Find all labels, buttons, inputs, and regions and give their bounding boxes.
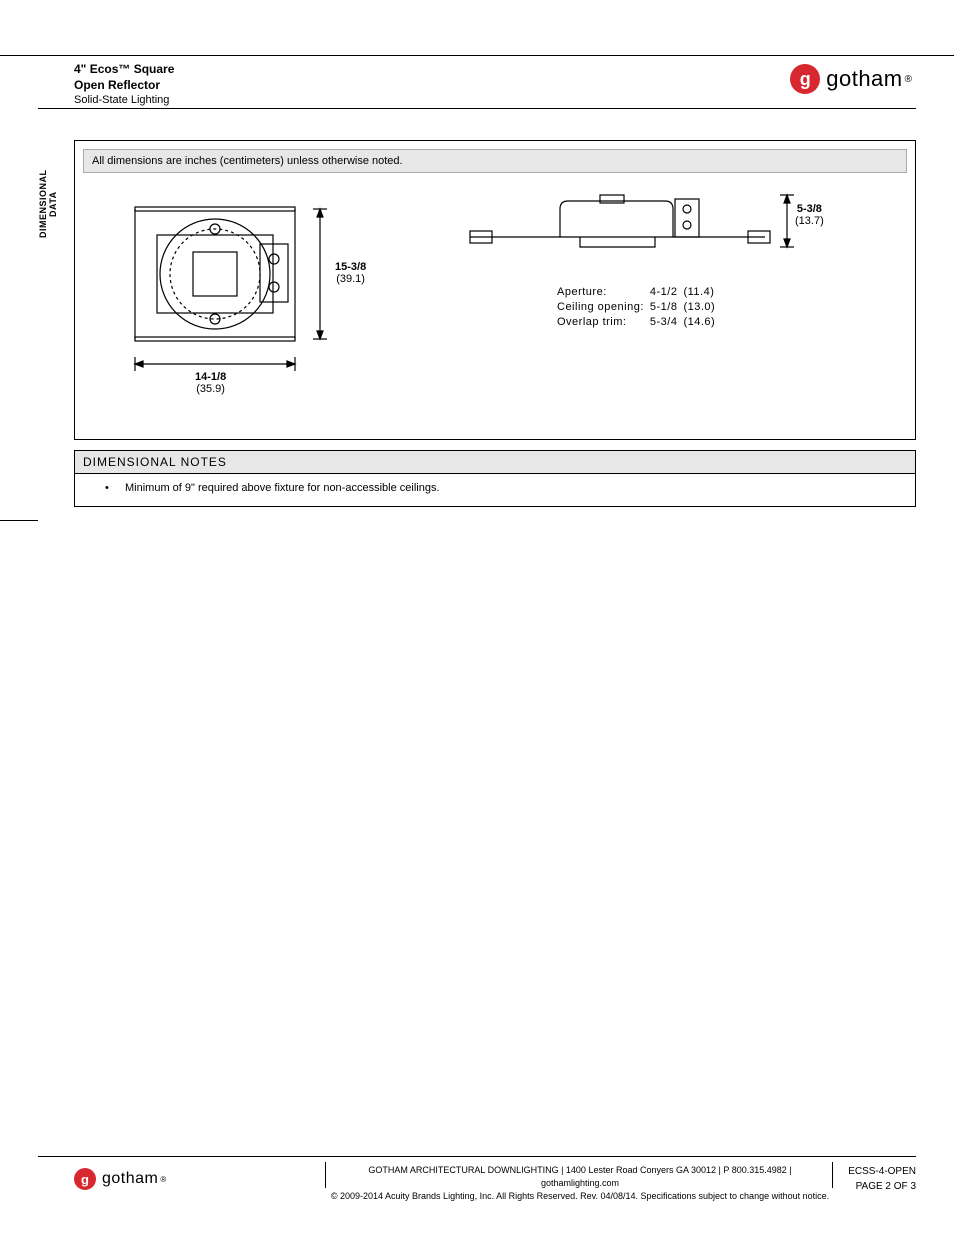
brand-logo-top: g gotham ® [790, 64, 912, 94]
footer-rule [38, 1156, 916, 1157]
dimensional-notes-panel: DIMENSIONAL NOTES • Minimum of 9" requir… [74, 450, 916, 507]
brand-name: gotham [826, 66, 902, 92]
spec-label: Aperture: [557, 286, 648, 299]
footer-copyright-line: © 2009-2014 Acuity Brands Lighting, Inc.… [330, 1190, 830, 1203]
dim-in: 14-1/8 [195, 371, 226, 383]
brand-name: gotham [102, 1170, 158, 1188]
header-line-1: 4" Ecos™ Square [74, 62, 174, 78]
registered-mark: ® [160, 1175, 166, 1184]
bullet-icon: • [105, 482, 125, 494]
header-line-3: Solid-State Lighting [74, 93, 174, 107]
registered-mark: ® [905, 74, 912, 85]
table-row: Overlap trim: 5-3/4 (14.6) [557, 316, 719, 329]
section-view-svg [465, 189, 835, 369]
spec-inches: 4-1/2 [650, 286, 682, 299]
side-tab-label: DIMENSIONAL DATA [38, 156, 53, 252]
document-header: 4" Ecos™ Square Open Reflector Solid-Sta… [74, 62, 174, 107]
plan-width-dim: 14-1/8 (35.9) [195, 371, 226, 395]
spec-cm: (14.6) [683, 316, 719, 329]
table-row: Ceiling opening: 5-1/8 (13.0) [557, 301, 719, 314]
footer-address-line: GOTHAM ARCHITECTURAL DOWNLIGHTING | 1400… [330, 1164, 830, 1190]
diagram-row: 15-3/8 (39.1) 14-1/8 (35.9) [75, 183, 915, 429]
page-number: PAGE 2 OF 3 [826, 1179, 916, 1194]
dim-cm: (13.7) [795, 215, 824, 227]
plan-height-dim: 15-3/8 (39.1) [335, 261, 366, 285]
dim-in: 15-3/8 [335, 261, 366, 273]
spec-label: Ceiling opening: [557, 301, 648, 314]
units-note: All dimensions are inches (centimeters) … [83, 149, 907, 173]
top-rule [0, 55, 954, 56]
plan-view-diagram: 15-3/8 (39.1) 14-1/8 (35.9) [105, 189, 405, 419]
dim-cm: (39.1) [336, 273, 365, 285]
brand-mark-icon: g [790, 64, 820, 94]
footer-center: GOTHAM ARCHITECTURAL DOWNLIGHTING | 1400… [330, 1164, 830, 1203]
notes-body: • Minimum of 9" required above fixture f… [75, 474, 915, 506]
dim-in: 5-3/8 [797, 203, 822, 215]
note-text: Minimum of 9" required above fixture for… [125, 482, 440, 494]
doc-code: ECSS-4-OPEN [826, 1164, 916, 1179]
note-item: • Minimum of 9" required above fixture f… [105, 482, 907, 494]
plan-view-svg [105, 189, 405, 419]
dim-cm: (35.9) [196, 383, 225, 395]
header-line-2: Open Reflector [74, 78, 174, 94]
dimensional-data-panel: All dimensions are inches (centimeters) … [74, 140, 916, 440]
footer-right: ECSS-4-OPEN PAGE 2 OF 3 [826, 1164, 916, 1194]
spec-cm: (13.0) [683, 301, 719, 314]
brand-logo-bottom: g gotham ® [74, 1168, 166, 1190]
header-rule [38, 108, 916, 109]
spec-label: Overlap trim: [557, 316, 648, 329]
table-row: Aperture: 4-1/2 (11.4) [557, 286, 719, 299]
section-view-diagram: 5-3/8 (13.7) Aperture: 4-1/2 (11.4) Ceil… [465, 189, 835, 369]
side-rule [0, 520, 38, 521]
spec-inches: 5-1/8 [650, 301, 682, 314]
section-height-dim: 5-3/8 (13.7) [795, 203, 824, 227]
spec-inches: 5-3/4 [650, 316, 682, 329]
notes-heading: DIMENSIONAL NOTES [75, 451, 915, 474]
aperture-spec-table: Aperture: 4-1/2 (11.4) Ceiling opening: … [555, 284, 721, 332]
spec-cm: (11.4) [683, 286, 719, 299]
brand-mark-icon: g [74, 1168, 96, 1190]
footer-divider [325, 1162, 326, 1188]
